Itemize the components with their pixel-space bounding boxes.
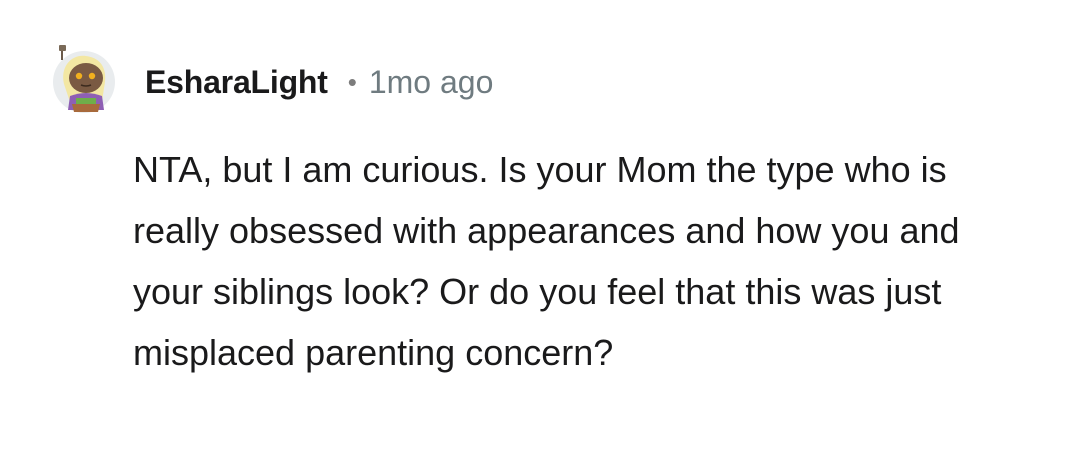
user-avatar-icon [53,45,115,113]
separator-dot: • [347,66,357,97]
username[interactable]: EsharaLight [145,64,328,101]
comment-age: 1mo ago [368,63,494,100]
comment: EsharaLight • 1mo ago NTA, but I am curi… [0,0,1080,463]
comment-body: NTA, but I am curious. Is your Mom the t… [133,149,960,373]
avatar[interactable] [46,40,122,116]
comment-meta: EsharaLight • 1mo ago [145,60,493,104]
